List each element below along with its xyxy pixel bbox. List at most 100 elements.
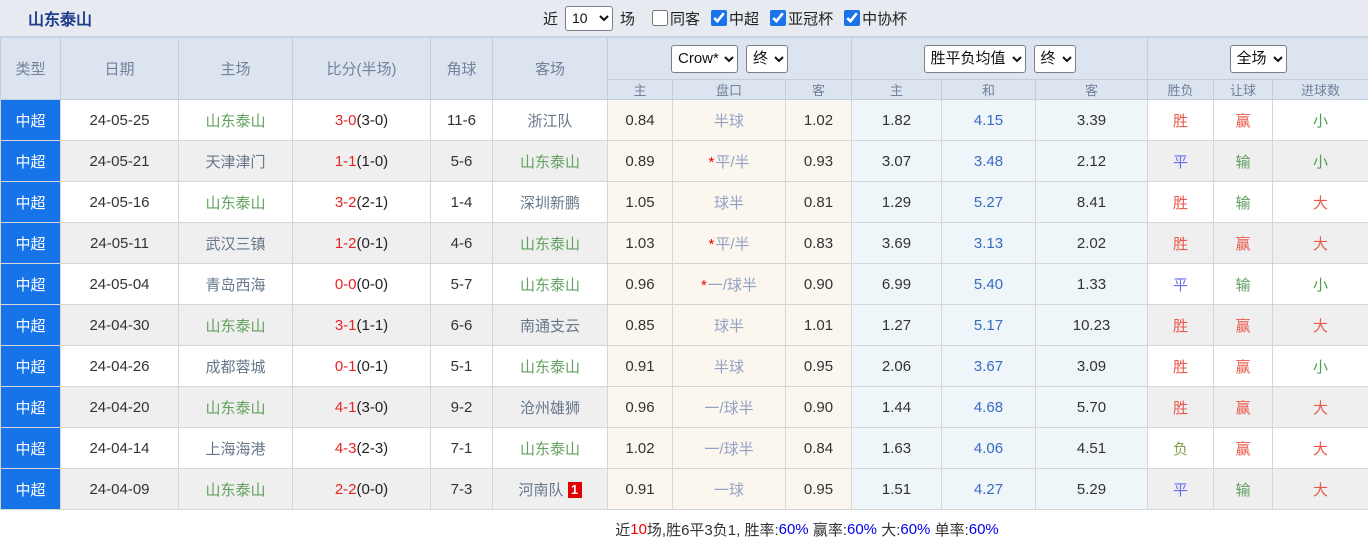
result-scope-select[interactable]: 全场 [1230,45,1287,73]
away-team-cell: 山东泰山 [493,264,608,305]
euro-home-odds-cell: 2.06 [852,346,942,387]
league-type-cell: 中超 [1,264,61,305]
half-time-score: (3-0) [357,399,389,416]
euro-away-odds-cell: 2.12 [1036,141,1148,182]
euro-away-odds-cell: 5.29 [1036,469,1148,510]
euro-home-odds-cell: 1.29 [852,182,942,223]
subheader-goals-result: 进球数 [1273,80,1368,100]
handicap-line-text: 一/球半 [704,441,753,458]
away-team-cell: 沧州雄狮 [493,387,608,428]
euro-home-odds-cell: 1.27 [852,305,942,346]
asian-home-odds-cell: 1.05 [608,182,673,223]
asian-home-odds-cell: 0.91 [608,346,673,387]
filter-csl[interactable]: 中超 [711,8,759,29]
footer-segment: 60% [779,521,809,538]
euro-draw-odds-cell: 3.48 [942,141,1036,182]
half-time-score: (0-0) [357,481,389,498]
handicap-result-cell: 输 [1214,141,1273,182]
full-time-score: 4-1 [335,399,357,416]
home-team-cell: 武汉三镇 [179,223,293,264]
full-time-score: 3-1 [335,317,357,334]
corners-cell: 7-1 [431,428,493,469]
handicap-line-text: 球半 [714,318,744,335]
euro-draw-odds-cell: 4.68 [942,387,1036,428]
same-venue-label: 同客 [670,8,700,29]
euro-home-odds-cell: 1.63 [852,428,942,469]
full-time-score: 3-2 [335,194,357,211]
asian-home-odds-cell: 0.96 [608,264,673,305]
away-team-name: 山东泰山 [520,359,580,376]
euro-away-odds-cell: 10.23 [1036,305,1148,346]
away-team-name: 山东泰山 [520,441,580,458]
away-team-name: 浙江队 [527,113,572,130]
league-type-cell: 中超 [1,305,61,346]
footer-segment: 60% [847,521,877,538]
league-type-cell: 中超 [1,223,61,264]
match-count-select[interactable]: 10 [565,6,613,31]
footer-segment: 场,胜6平3负1, 胜率: [647,519,779,540]
win-lose-result-cell: 胜 [1148,387,1214,428]
euro-home-odds-cell: 1.44 [852,387,942,428]
away-team-name: 河南队 [518,482,563,499]
handicap-line-text: 一/球半 [708,277,757,294]
euro-away-odds-cell: 3.09 [1036,346,1148,387]
top-filter-bar: 山东泰山 近 10 场 同客 中超 亚冠杯 中协杯 [0,0,1368,37]
corners-cell: 5-1 [431,346,493,387]
win-lose-result-cell: 平 [1148,141,1214,182]
win-lose-result-cell: 平 [1148,469,1214,510]
asian-handicap-line-cell: 一/球半 [673,387,786,428]
filter-cfa-cup[interactable]: 中协杯 [844,8,907,29]
half-time-score: (1-0) [357,153,389,170]
away-team-name: 深圳新鹏 [520,195,580,212]
cfa-cup-checkbox[interactable] [844,10,860,26]
home-team-cell: 成都蓉城 [179,346,293,387]
handicap-line-text: 半球 [714,113,744,130]
euro-company-select[interactable]: 胜平负均值 [924,45,1026,73]
euro-home-odds-cell: 3.69 [852,223,942,264]
handicap-result-cell: 赢 [1214,305,1273,346]
asian-handicap-line-cell: 半球 [673,346,786,387]
asian-home-odds-cell: 0.89 [608,141,673,182]
full-time-score: 1-1 [335,153,357,170]
asian-odds-group-header: Crow* 终 [608,38,852,80]
asian-home-odds-cell: 0.84 [608,100,673,141]
euro-time-select[interactable]: 终 [1034,45,1076,73]
table-row: 中超 24-04-09 山东泰山 2-2(0-0) 7-3 河南队1 0.91 … [1,469,1368,510]
asian-away-odds-cell: 0.93 [786,141,852,182]
away-team-cell: 南通支云 [493,305,608,346]
goals-result-cell: 小 [1273,100,1368,141]
euro-away-odds-cell: 8.41 [1036,182,1148,223]
asian-away-odds-cell: 1.02 [786,100,852,141]
match-date-cell: 24-04-14 [61,428,179,469]
euro-away-odds-cell: 2.02 [1036,223,1148,264]
summary-bar: 近10场,胜6平3负1, 胜率:60% 赢率:60% 大:60% 单率:60% [0,510,1368,548]
euro-away-odds-cell: 3.39 [1036,100,1148,141]
goals-result-cell: 大 [1273,428,1368,469]
table-row: 中超 24-05-11 武汉三镇 1-2(0-1) 4-6 山东泰山 1.03 … [1,223,1368,264]
subheader-euro-draw: 和 [942,80,1036,100]
acl-checkbox[interactable] [770,10,786,26]
team-rank-badge: 1 [568,482,582,498]
away-team-cell: 深圳新鹏 [493,182,608,223]
same-venue-checkbox[interactable] [652,10,668,26]
subheader-asian-home: 主 [608,80,673,100]
table-row: 中超 24-05-04 青岛西海 0-0(0-0) 5-7 山东泰山 0.96 … [1,264,1368,305]
result-group-header: 全场 [1148,38,1368,80]
filter-same-venue[interactable]: 同客 [652,8,700,29]
footer-segment: 60% [900,521,930,538]
asian-time-select[interactable]: 终 [746,45,788,73]
asian-handicap-line-cell: 半球 [673,100,786,141]
csl-checkbox[interactable] [711,10,727,26]
goals-result-cell: 大 [1273,223,1368,264]
half-time-score: (0-0) [357,276,389,293]
corners-cell: 7-3 [431,469,493,510]
euro-draw-odds-cell: 5.40 [942,264,1036,305]
footer-segment: 近 [615,519,630,540]
asian-company-select[interactable]: Crow* [671,45,738,73]
home-team-cell: 山东泰山 [179,100,293,141]
handicap-line-text: 平/半 [715,236,749,253]
euro-draw-odds-cell: 4.15 [942,100,1036,141]
filter-acl[interactable]: 亚冠杯 [770,8,833,29]
corners-cell: 1-4 [431,182,493,223]
asian-handicap-line-cell: 一/球半 [673,428,786,469]
